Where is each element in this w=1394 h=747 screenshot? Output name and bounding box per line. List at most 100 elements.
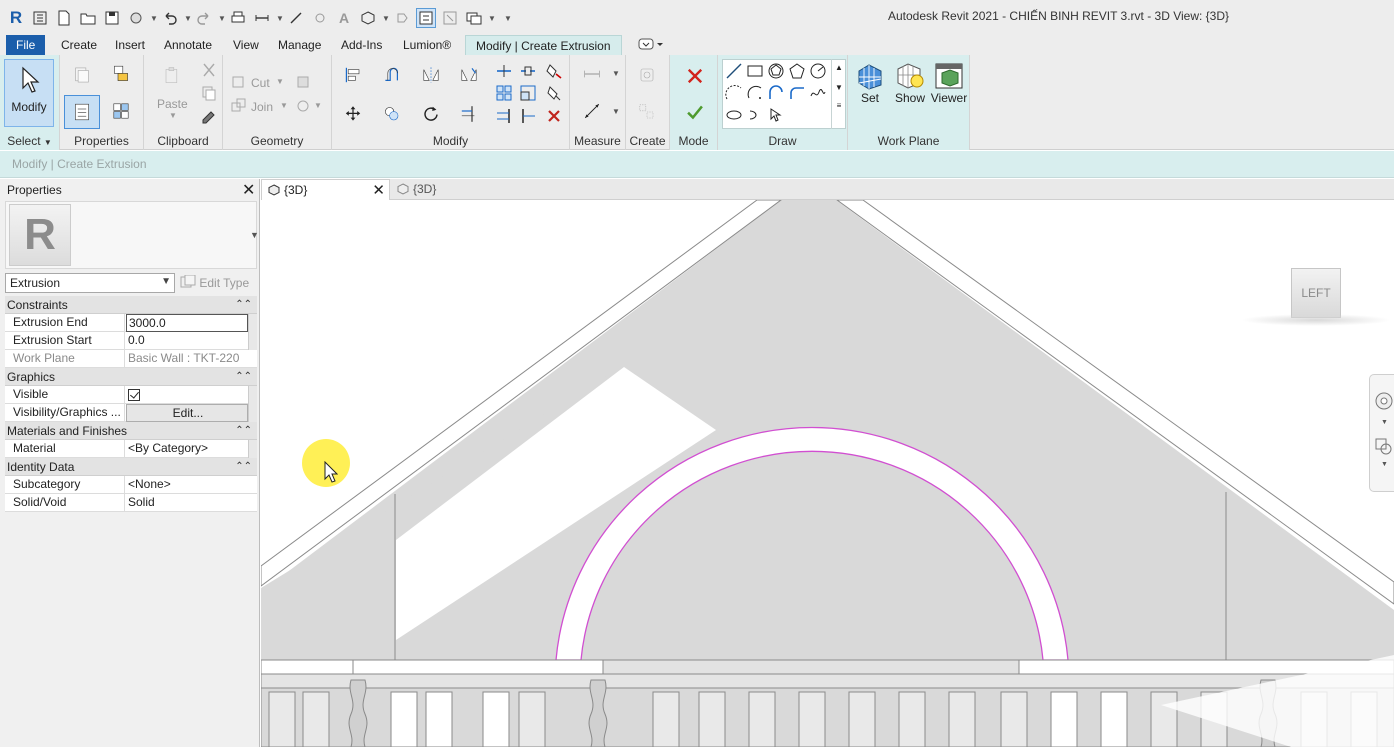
cancel-edit-mode-icon[interactable] bbox=[682, 63, 708, 89]
trim-extend-icon[interactable] bbox=[454, 99, 484, 129]
cut-scissors-icon[interactable] bbox=[199, 60, 219, 80]
zoom-region-icon[interactable] bbox=[1372, 435, 1394, 459]
extrusion-end-input[interactable]: 3000.0 bbox=[126, 314, 248, 332]
undo-icon[interactable] bbox=[160, 8, 180, 28]
app-menu-icon[interactable] bbox=[30, 8, 50, 28]
default-3d-view-icon[interactable] bbox=[358, 8, 378, 28]
paint-dropdown-icon[interactable]: ▼ bbox=[314, 101, 322, 110]
move-icon[interactable] bbox=[338, 99, 368, 129]
new-file-icon[interactable] bbox=[54, 8, 74, 28]
mirror-draw-axis-icon[interactable] bbox=[454, 60, 484, 90]
save-icon[interactable] bbox=[102, 8, 122, 28]
visibility-edit-button[interactable]: Edit... bbox=[126, 404, 248, 422]
mirror-pick-axis-icon[interactable] bbox=[416, 60, 446, 90]
print-icon[interactable] bbox=[228, 8, 248, 28]
dimension-dropdown-icon[interactable]: ▼ bbox=[612, 107, 620, 116]
gallery-expand-icon[interactable]: ≡ bbox=[832, 101, 846, 110]
type-preview[interactable]: R ▼ bbox=[5, 201, 259, 269]
measure-between-icon[interactable] bbox=[576, 63, 608, 85]
edit-type-button[interactable]: Edit Type bbox=[180, 274, 249, 290]
unpin-icon[interactable] bbox=[544, 61, 564, 81]
tab-insert[interactable]: Insert bbox=[115, 35, 145, 55]
copy-elements-icon[interactable] bbox=[377, 99, 407, 129]
viewcube-compass-ring[interactable] bbox=[1241, 314, 1391, 326]
grid-scrollbar[interactable] bbox=[248, 314, 257, 332]
family-types-icon[interactable] bbox=[106, 59, 136, 89]
paste-icon[interactable] bbox=[158, 61, 186, 91]
view-tab-3d[interactable]: {3D} bbox=[391, 179, 471, 200]
solid-void-value[interactable]: Solid bbox=[126, 494, 248, 512]
close-view-tab-icon[interactable]: ✕ bbox=[372, 180, 385, 201]
pick-lines-icon[interactable] bbox=[766, 105, 786, 125]
split-element-icon[interactable] bbox=[494, 61, 514, 81]
work-plane-viewer-button[interactable]: Viewer bbox=[930, 61, 968, 105]
show-work-plane-button[interactable]: Show bbox=[890, 61, 930, 105]
open-folder-icon[interactable] bbox=[78, 8, 98, 28]
grid-scrollbar[interactable] bbox=[248, 332, 257, 350]
draw-circle-icon[interactable] bbox=[808, 61, 828, 81]
paste-dropdown-icon[interactable]: ▼ bbox=[169, 111, 177, 120]
paste-label[interactable]: Paste bbox=[157, 97, 188, 111]
group-identity[interactable]: Identity Data ⌃⌃ bbox=[5, 458, 257, 476]
cut-dropdown-icon[interactable]: ▼ bbox=[276, 77, 284, 86]
split-face-icon[interactable] bbox=[293, 72, 313, 92]
trim-single-icon[interactable] bbox=[518, 106, 538, 126]
extrusion-start-input[interactable]: 0.0 bbox=[126, 332, 248, 350]
subcategory-value[interactable]: <None> bbox=[126, 476, 248, 494]
draw-circumscribed-polygon-icon[interactable] bbox=[787, 61, 807, 81]
tab-file[interactable]: File bbox=[6, 35, 46, 55]
section-icon[interactable] bbox=[392, 8, 412, 28]
group-graphics[interactable]: Graphics ⌃⌃ bbox=[5, 368, 257, 386]
thin-lines-icon[interactable] bbox=[416, 8, 436, 28]
sync-dropdown-icon[interactable]: ▼ bbox=[150, 8, 158, 28]
join-label[interactable]: Join bbox=[251, 100, 273, 114]
align-icon[interactable] bbox=[338, 60, 368, 90]
join-dropdown-icon[interactable]: ▼ bbox=[280, 101, 288, 110]
drawing-canvas[interactable]: LEFT ▼ ▼ bbox=[261, 200, 1394, 747]
type-properties-icon[interactable] bbox=[68, 61, 96, 89]
group-constraints[interactable]: Constraints ⌃⌃ bbox=[5, 296, 257, 314]
sync-icon[interactable] bbox=[126, 8, 146, 28]
draw-partial-ellipse-icon[interactable] bbox=[745, 105, 765, 125]
cut-label[interactable]: Cut bbox=[251, 76, 270, 90]
split-gap-icon[interactable] bbox=[518, 61, 538, 81]
gallery-down-icon[interactable]: ▼ bbox=[832, 83, 846, 92]
scale-icon[interactable] bbox=[518, 83, 538, 103]
modify-button[interactable]: Modify bbox=[4, 59, 54, 127]
measure-dropdown-icon[interactable]: ▼ bbox=[276, 8, 284, 28]
redo-icon[interactable] bbox=[194, 8, 214, 28]
switch-windows-dropdown-icon[interactable]: ▼ bbox=[488, 8, 496, 28]
properties-toggle-icon[interactable] bbox=[64, 95, 100, 129]
revit-logo-icon[interactable]: R bbox=[6, 8, 26, 28]
offset-icon[interactable] bbox=[377, 60, 407, 90]
draw-line-icon[interactable] bbox=[724, 61, 744, 81]
draw-rectangle-icon[interactable] bbox=[745, 61, 765, 81]
draw-gallery-scroller[interactable]: ▲ ▼ ≡ bbox=[831, 59, 846, 129]
material-value[interactable]: <By Category> bbox=[126, 440, 248, 458]
cope-icon[interactable] bbox=[229, 72, 249, 92]
set-work-plane-button[interactable]: Set bbox=[852, 61, 888, 105]
redo-dropdown-icon[interactable]: ▼ bbox=[218, 8, 226, 28]
pin-icon[interactable] bbox=[544, 83, 564, 103]
view-tab-3d-active[interactable]: {3D} ✕ bbox=[261, 179, 390, 200]
match-type-icon[interactable] bbox=[199, 106, 219, 126]
type-filter-select[interactable]: Extrusion ▼ bbox=[5, 273, 175, 293]
draw-inscribed-polygon-icon[interactable] bbox=[766, 61, 786, 81]
steering-wheel-icon[interactable] bbox=[1372, 389, 1394, 419]
finish-edit-mode-icon[interactable] bbox=[682, 99, 708, 125]
trim-multiple-icon[interactable] bbox=[494, 106, 514, 126]
viewcube-face[interactable]: LEFT bbox=[1291, 268, 1341, 318]
tab-modify-create-extrusion[interactable]: Modify | Create Extrusion bbox=[465, 35, 622, 55]
array-icon[interactable] bbox=[494, 83, 514, 103]
copy-icon[interactable] bbox=[199, 83, 219, 103]
group-materials[interactable]: Materials and Finishes ⌃⌃ bbox=[5, 422, 257, 440]
draw-ellipse-icon[interactable] bbox=[724, 105, 744, 125]
tab-manage[interactable]: Manage bbox=[278, 35, 321, 55]
measure-icon[interactable] bbox=[252, 8, 272, 28]
tab-annotate[interactable]: Annotate bbox=[164, 35, 212, 55]
tab-view[interactable]: View bbox=[233, 35, 259, 55]
draw-center-ends-arc-icon[interactable] bbox=[745, 83, 765, 103]
draw-fillet-arc-icon[interactable] bbox=[787, 83, 807, 103]
customize-qat-icon[interactable]: ▼ bbox=[504, 8, 512, 28]
grid-scrollbar[interactable] bbox=[248, 386, 257, 404]
